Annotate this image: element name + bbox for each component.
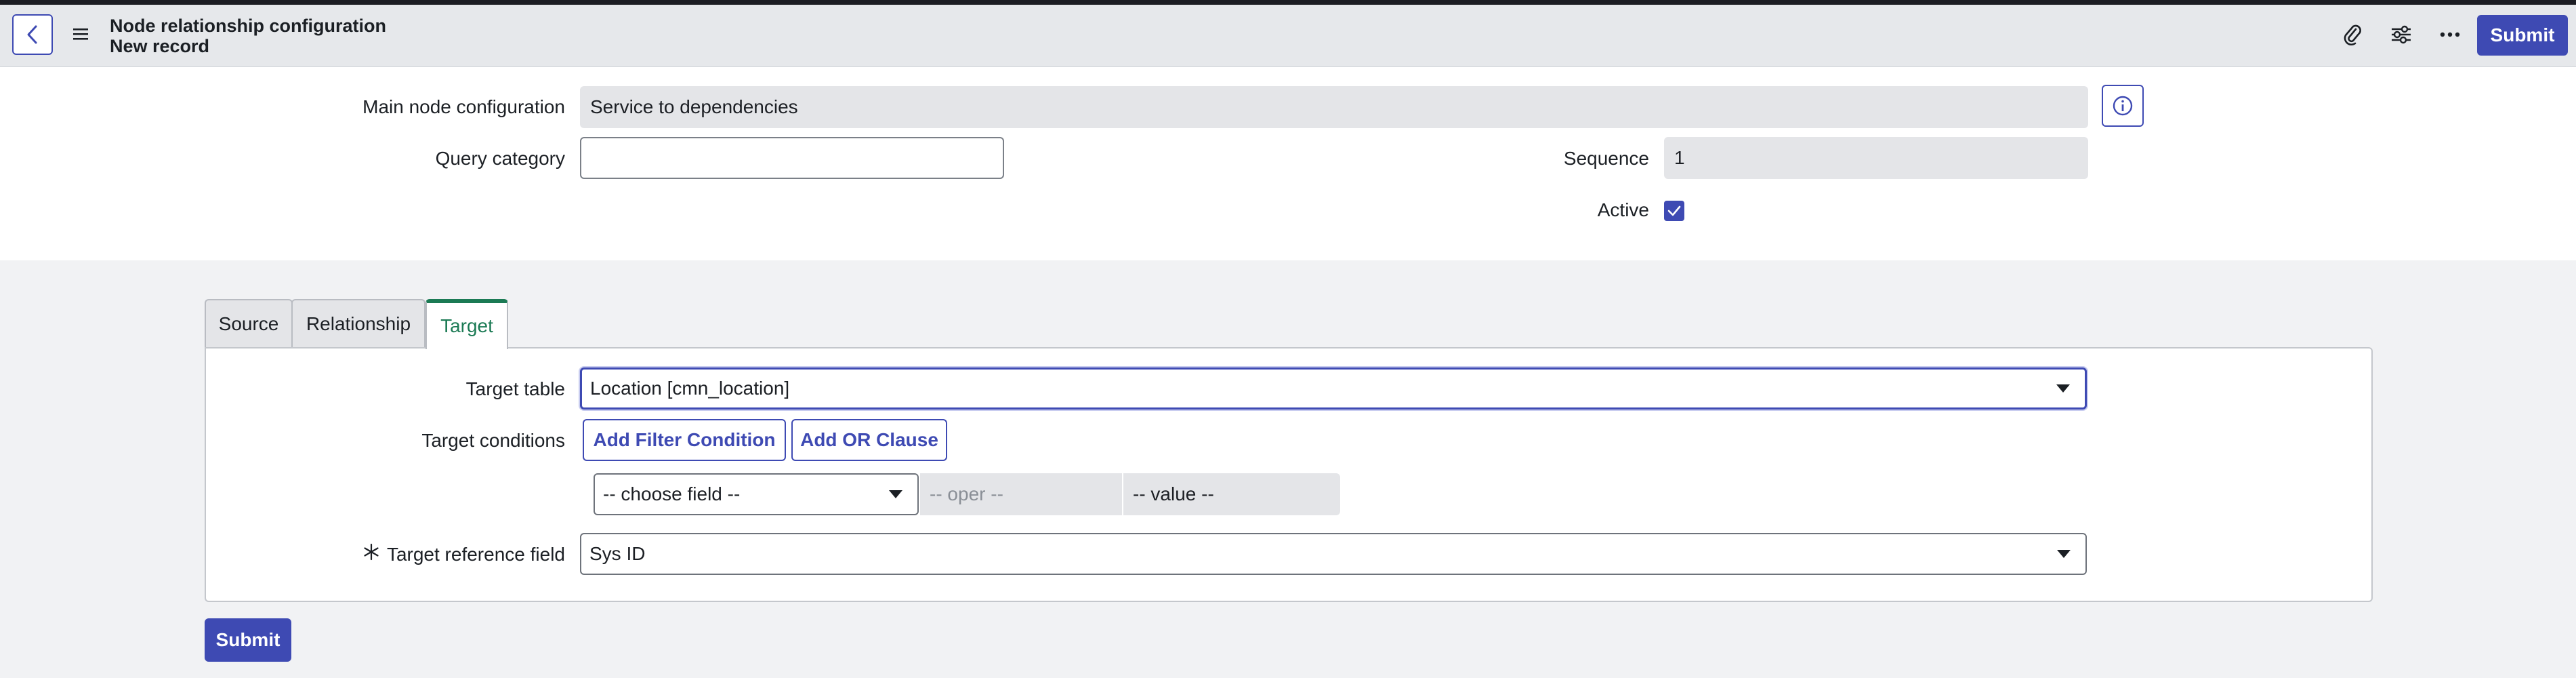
add-filter-condition-button[interactable]: Add Filter Condition [583,419,786,461]
checkmark-icon [1667,205,1681,216]
tab-target[interactable]: Target [425,299,508,349]
target-reference-select[interactable]: Sys ID [580,533,2087,575]
submit-button-header[interactable]: Submit [2477,15,2568,56]
sliders-icon[interactable] [2388,21,2415,48]
sequence-label: Sequence [1563,148,1649,169]
query-category-label: Query category [435,148,565,169]
page-title: Node relationship configuration New reco… [110,16,386,56]
chevron-down-icon [2056,384,2070,393]
operator-field: -- oper -- [920,473,1122,515]
main-node-label: Main node configuration [362,96,565,117]
menu-icon[interactable] [72,26,89,41]
back-button[interactable] [12,14,53,55]
target-conditions-label: Target conditions [421,430,565,451]
main-node-field: Service to dependencies [580,86,2088,128]
target-table-select[interactable]: Location [cmn_location] [580,367,2087,410]
chevron-down-icon [2057,550,2071,558]
info-button[interactable] [2102,85,2144,127]
more-icon[interactable] [2436,21,2464,48]
choose-field-value: -- choose field -- [603,483,741,504]
target-table-label: Target table [465,378,565,399]
top-bar [0,0,2576,5]
sequence-value: 1 [1674,147,1685,168]
active-checkbox[interactable] [1664,201,1684,221]
target-reference-label: Target reference field [386,544,565,565]
form-title: Node relationship configuration [110,16,387,36]
target-reference-value: Sys ID [589,543,646,564]
chevron-left-icon [27,25,37,44]
header: Node relationship configuration New reco… [0,5,2576,67]
tab-source[interactable]: Source [205,299,293,348]
sequence-field: 1 [1664,137,2088,179]
query-category-input[interactable] [580,137,1004,179]
form-subtitle: New record [110,36,210,56]
target-table-value: Location [cmn_location] [590,378,790,399]
info-icon [2113,96,2133,116]
submit-button-footer[interactable]: Submit [205,618,291,662]
choose-field-select[interactable]: -- choose field -- [594,473,919,515]
paperclip-icon[interactable] [2339,21,2366,48]
value-placeholder: -- value -- [1133,483,1214,504]
value-field: -- value -- [1123,473,1340,515]
add-or-clause-button[interactable]: Add OR Clause [791,419,947,461]
active-label: Active [1597,199,1649,220]
main-node-value: Service to dependencies [590,96,798,117]
tab-relationship[interactable]: Relationship [291,299,425,348]
operator-value: -- oper -- [930,483,1003,504]
chevron-down-icon [889,490,902,498]
